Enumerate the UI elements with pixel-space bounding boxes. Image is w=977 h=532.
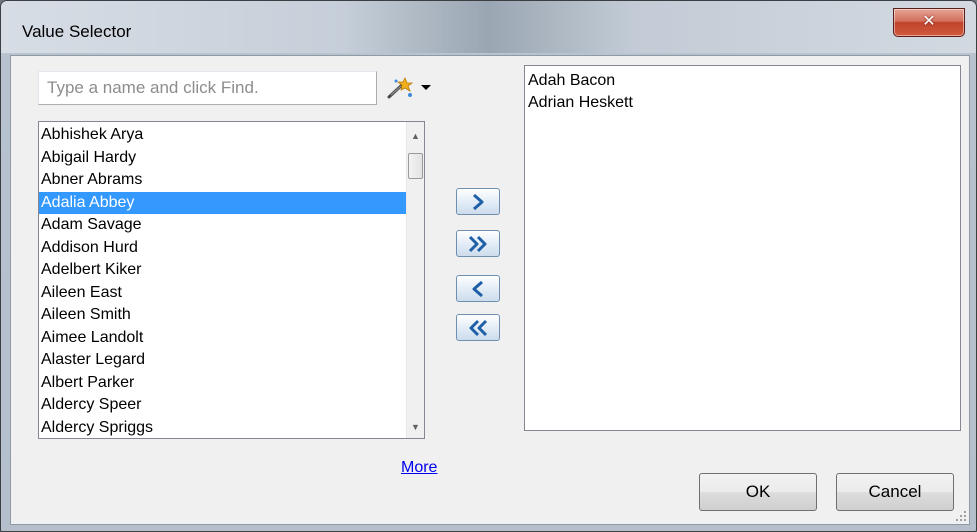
list-item[interactable]: Abigail Hardy <box>39 147 409 170</box>
remove-all-button[interactable] <box>456 314 500 341</box>
list-item[interactable]: Aileen Smith <box>39 304 409 327</box>
list-item[interactable]: Alaster Legard <box>39 349 409 372</box>
selected-values-list[interactable]: Adah Bacon Adrian Heskett <box>524 65 961 431</box>
cancel-button[interactable]: Cancel <box>836 473 954 511</box>
list-item[interactable]: Aimee Landolt <box>39 327 409 350</box>
list-item[interactable]: Aldercy Spriggs <box>39 417 409 439</box>
list-item[interactable]: Abner Abrams <box>39 169 409 192</box>
chevron-right-icon <box>473 193 484 211</box>
scroll-up-icon[interactable]: ▲ <box>407 128 424 145</box>
find-options-dropdown[interactable] <box>421 80 431 94</box>
list-item[interactable]: Aldercy Speer <box>39 394 409 417</box>
scroll-thumb[interactable] <box>408 153 423 179</box>
add-selected-button[interactable] <box>456 188 500 215</box>
add-all-button[interactable] <box>456 230 500 257</box>
double-chevron-right-icon <box>468 235 487 253</box>
available-values-list[interactable]: Abhishek Arya Abigail Hardy Abner Abrams Ad… <box>38 121 425 439</box>
close-icon: ✕ <box>922 13 936 30</box>
title-bar[interactable]: Value Selector ✕ <box>1 1 976 53</box>
vertical-scrollbar[interactable]: ▲ ▼ <box>406 122 424 438</box>
list-item[interactable]: Aileen East <box>39 282 409 305</box>
resize-grip-icon[interactable] <box>955 510 967 522</box>
selected-items: Adah Bacon Adrian Heskett <box>528 70 633 114</box>
window-title: Value Selector <box>22 22 132 41</box>
double-chevron-left-icon <box>469 319 488 337</box>
scroll-down-icon[interactable]: ▼ <box>407 419 424 436</box>
find-wand-icon <box>387 77 414 99</box>
chevron-left-icon <box>472 280 483 298</box>
close-button[interactable]: ✕ <box>893 8 965 37</box>
list-item[interactable]: Adelbert Kiker <box>39 259 409 282</box>
list-item[interactable]: Adalia Abbey <box>39 191 409 214</box>
ok-button[interactable]: OK <box>699 473 817 511</box>
find-button[interactable] <box>383 75 417 101</box>
dialog-body: Abhishek AryaAbigail HardyAbner AbramsAd… <box>10 55 970 525</box>
more-link[interactable]: More <box>401 459 437 477</box>
list-item[interactable]: Addison Hurd <box>39 237 409 260</box>
chevron-down-icon <box>421 85 431 90</box>
list-item[interactable]: Adam Savage <box>39 214 409 237</box>
value-selector-dialog: Value Selector ✕ Abhishek AryaAbigail Ha… <box>0 0 977 532</box>
list-item[interactable]: Albert Parker <box>39 372 409 395</box>
search-input[interactable] <box>38 71 377 105</box>
available-items: Abhishek Arya Abigail Hardy Abner Abrams Ad… <box>39 124 409 439</box>
list-item[interactable]: Adah Bacon <box>528 70 633 92</box>
remove-selected-button[interactable] <box>456 275 500 302</box>
list-item[interactable]: Adrian Heskett <box>528 92 633 114</box>
list-item[interactable]: Abhishek Arya <box>39 124 409 147</box>
